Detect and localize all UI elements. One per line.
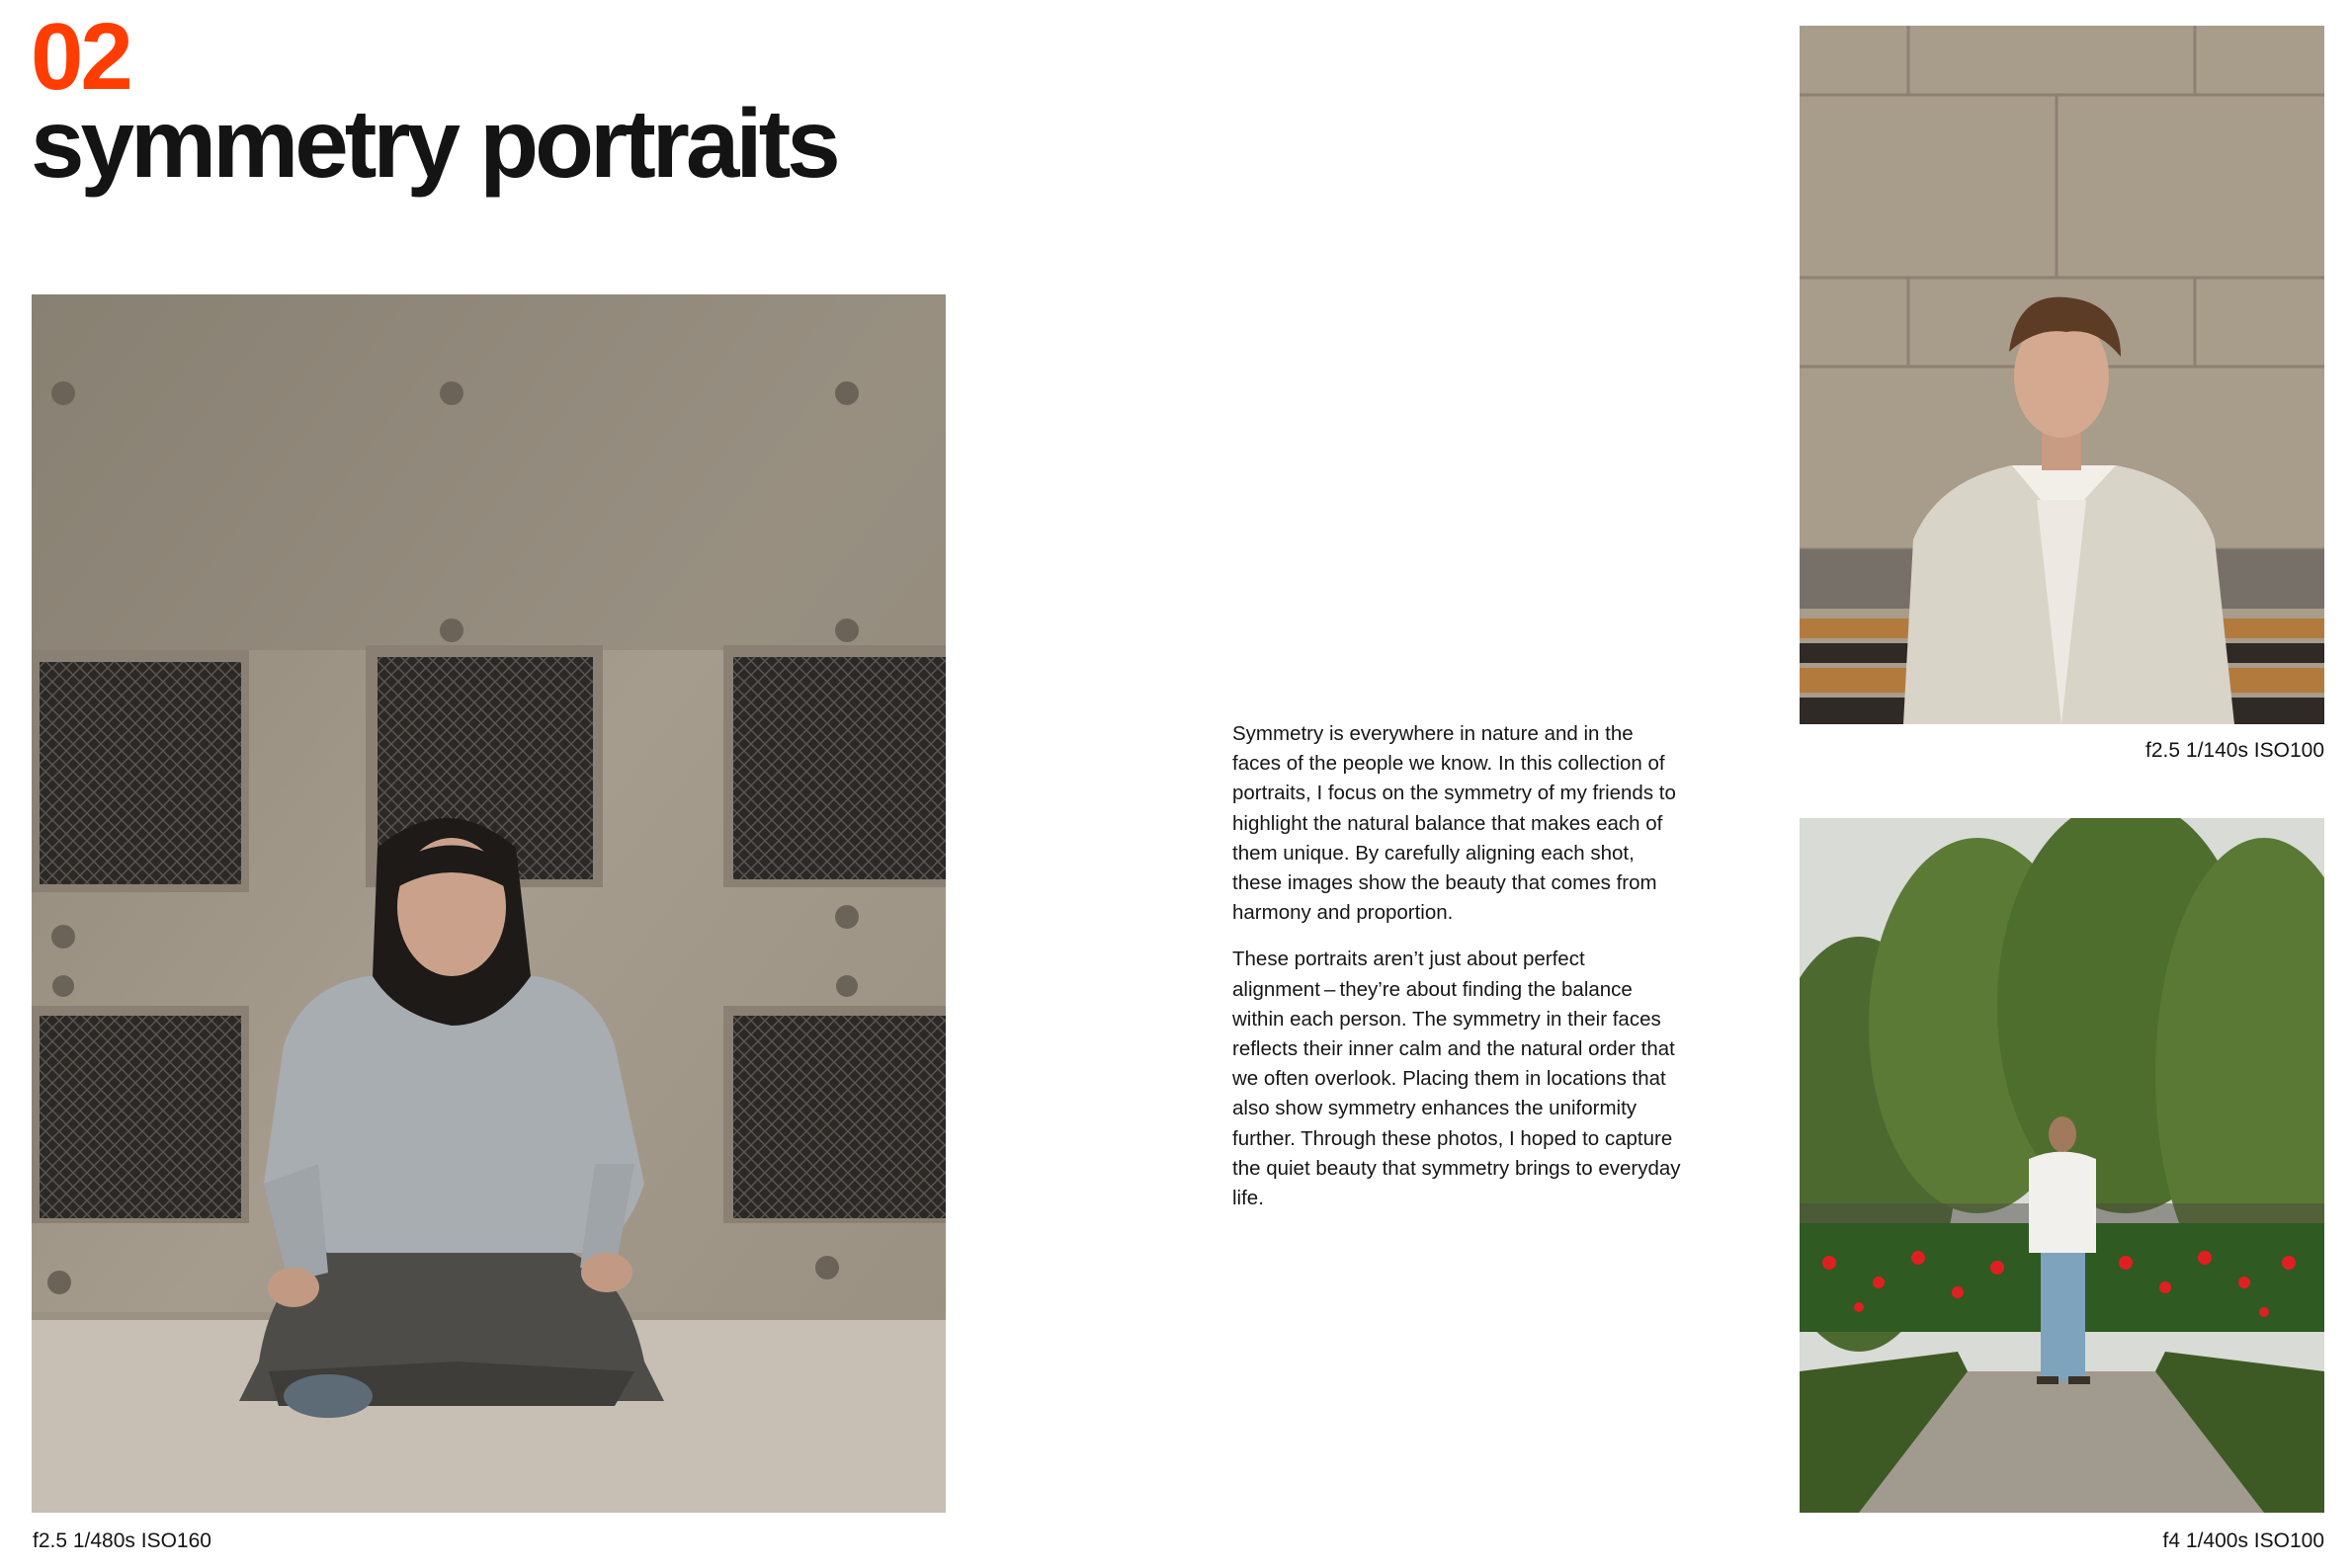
photo-woman-concrete-wall [32, 294, 946, 1513]
photo-caption-top: f2.5 1/140s ISO100 [2145, 739, 2324, 762]
page-title: symmetry portraits [31, 89, 841, 198]
body-text: Symmetry is everywhere in nature and in … [1232, 719, 1687, 1230]
photo-caption-bottom: f4 1/400s ISO100 [2162, 1529, 2324, 1552]
body-paragraph-2: These portraits aren’t just about perfec… [1232, 948, 1681, 1210]
photo-man-stone-wall [1800, 26, 2324, 724]
photo-caption-main: f2.5 1/480s ISO160 [33, 1529, 211, 1552]
photo-man-rose-garden [1800, 818, 2324, 1513]
body-paragraph-1: Symmetry is everywhere in nature and in … [1232, 722, 1676, 925]
